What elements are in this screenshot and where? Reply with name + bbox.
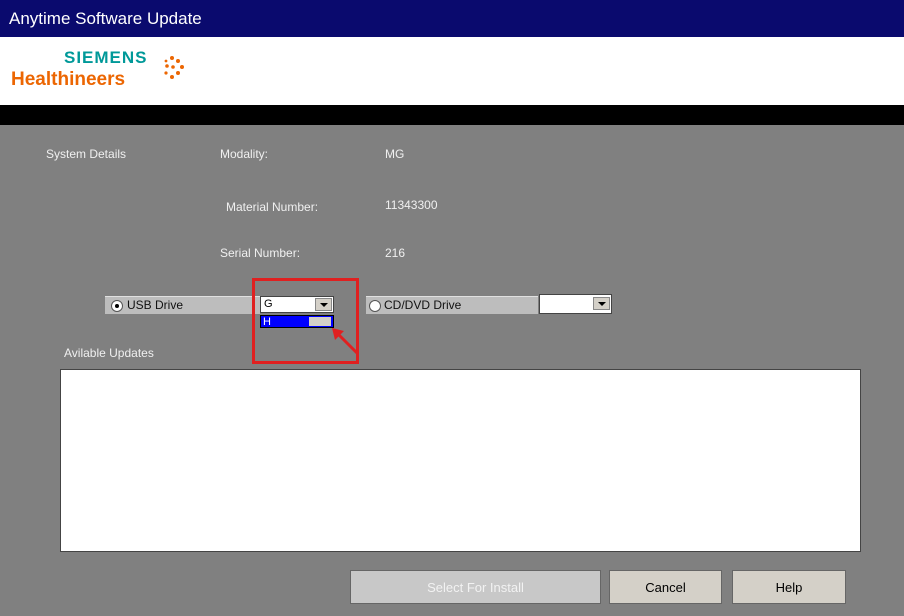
logo-siemens-text: SIEMENS <box>64 48 148 67</box>
available-updates-list[interactable] <box>60 369 861 552</box>
cd-dvd-radio-button[interactable] <box>369 300 381 312</box>
modality-label: Modality: <box>220 147 269 161</box>
cancel-button[interactable]: Cancel <box>609 570 722 604</box>
available-updates-label: Avilable Updates <box>64 346 154 360</box>
help-button[interactable]: Help <box>732 570 846 604</box>
serial-number-label: Serial Number: <box>220 246 301 260</box>
material-number-value: 11343300 <box>385 198 438 212</box>
material-number-label: Material Number: <box>226 200 319 214</box>
healthineers-dots-icon <box>164 56 184 79</box>
cd-dvd-drive-select[interactable] <box>539 294 612 314</box>
usb-drive-radio-button[interactable] <box>111 300 123 312</box>
header-logo-area: SIEMENS Healthineers <box>0 37 904 105</box>
annotation-arrow-icon <box>332 328 360 356</box>
system-details-label: System Details <box>46 147 127 161</box>
serial-number-value: 216 <box>385 246 406 260</box>
usb-drive-label: USB Drive <box>127 298 184 312</box>
logo-healthineers-text: Healthineers <box>11 69 126 90</box>
usb-drive-radio-option[interactable]: USB Drive <box>105 296 260 314</box>
cd-dvd-label: CD/DVD Drive <box>384 298 462 312</box>
select-for-install-button[interactable]: Select For Install <box>350 570 601 604</box>
chevron-down-icon[interactable] <box>593 297 610 310</box>
header-divider <box>0 105 904 125</box>
cd-dvd-radio-option[interactable]: CD/DVD Drive <box>366 296 538 314</box>
window-title: Anytime Software Update <box>9 9 202 28</box>
title-bar: Anytime Software Update <box>0 0 904 37</box>
modality-value: MG <box>385 147 405 161</box>
